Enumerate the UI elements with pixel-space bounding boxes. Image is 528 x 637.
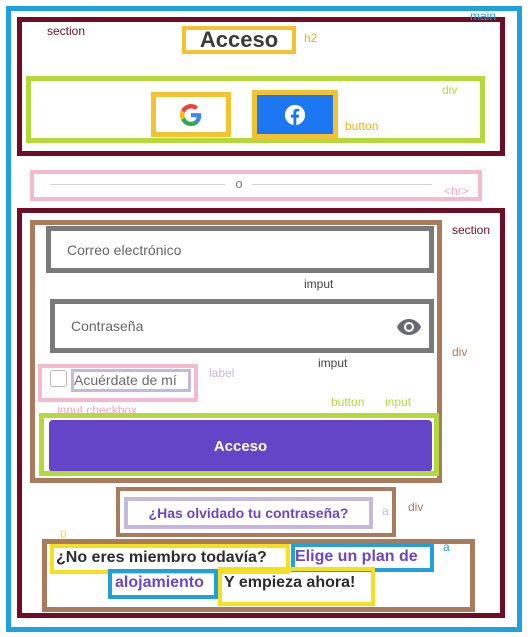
span-outline-2 <box>218 567 375 606</box>
tag-input-email: imput <box>304 277 334 291</box>
tag-label: label <box>209 366 235 380</box>
tag-section-top: section <box>47 24 86 38</box>
plan-link-outline-2 <box>108 569 218 599</box>
password-field-outline <box>50 299 434 353</box>
tag-h2: h2 <box>304 31 318 45</box>
tag-p: p <box>60 526 67 540</box>
google-button-outline <box>151 92 231 137</box>
tag-div-forgot: div <box>408 500 424 514</box>
facebook-button-outline <box>252 90 338 139</box>
email-field-outline <box>46 226 434 273</box>
forgot-link-outline <box>124 497 373 529</box>
tag-a-forgot: a <box>382 504 389 518</box>
tag-button-social: button <box>345 119 379 133</box>
tag-input-checkbox: input checkbox <box>57 403 138 417</box>
tag-input-submit: input <box>385 395 412 409</box>
tag-div-social: div <box>442 83 458 97</box>
tag-input-password: imput <box>318 356 348 370</box>
submit-button-outline <box>39 413 439 476</box>
divider-line-left <box>50 184 225 185</box>
tag-a-plan: a <box>443 540 450 554</box>
hr-outline <box>30 170 482 201</box>
h2-outline <box>182 26 296 54</box>
tag-div-form: div <box>452 345 468 359</box>
divider-text: o <box>235 176 243 191</box>
tag-hr: <hr> <box>444 184 469 198</box>
divider-line-right <box>252 184 432 185</box>
tag-section-form: section <box>452 223 491 237</box>
label-outline <box>71 369 191 392</box>
tag-main: main <box>470 9 497 23</box>
tag-button-submit: button <box>331 395 365 409</box>
